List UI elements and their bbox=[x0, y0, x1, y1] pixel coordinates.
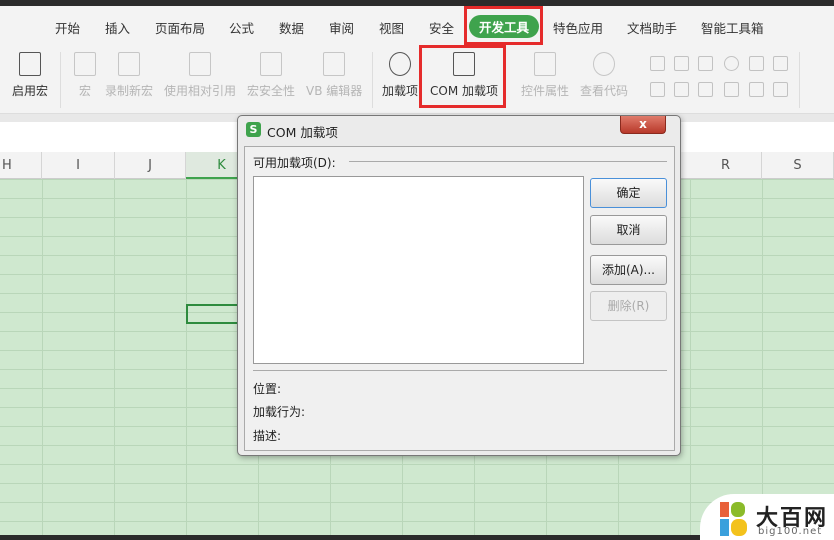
scrollbar-control-icon[interactable] bbox=[698, 82, 713, 97]
combobox-control-icon[interactable] bbox=[773, 56, 788, 71]
quote-bracket-icon bbox=[189, 52, 211, 76]
tab-data[interactable]: 数据 bbox=[279, 18, 304, 37]
tab-special[interactable]: 特色应用 bbox=[553, 18, 603, 37]
description-label: 描述: bbox=[253, 429, 282, 443]
wps-logo-icon: S bbox=[246, 122, 261, 137]
cancel-button[interactable]: 取消 bbox=[590, 215, 667, 245]
text-control-icon[interactable] bbox=[724, 82, 739, 97]
watermark: 大百网 big100.net bbox=[700, 494, 834, 540]
add-button[interactable]: 添加(A)... bbox=[590, 255, 667, 285]
relative-ref-button[interactable]: 使用相对引用 bbox=[164, 52, 236, 99]
dialog-title-bar[interactable]: S COM 加载项 x bbox=[238, 116, 680, 144]
ribbon-tabs: 开始 插入 页面布局 公式 数据 审阅 视图 安全 开发工具 特色应用 文档助手… bbox=[0, 6, 834, 46]
textbox-control-icon[interactable] bbox=[674, 56, 689, 71]
divider bbox=[349, 161, 667, 162]
column-header-h[interactable]: H bbox=[0, 152, 42, 179]
record-macro-button[interactable]: 录制新宏 bbox=[105, 52, 153, 99]
listbox-control-icon[interactable] bbox=[749, 56, 764, 71]
column-header-r[interactable]: R bbox=[690, 152, 762, 179]
label-control-icon[interactable] bbox=[698, 56, 713, 71]
divider bbox=[372, 52, 373, 108]
macro-icon bbox=[74, 52, 96, 76]
column-header-j[interactable]: J bbox=[115, 152, 186, 179]
tab-security[interactable]: 安全 bbox=[429, 18, 454, 37]
selected-cell[interactable] bbox=[186, 304, 242, 324]
checkbox-control-icon[interactable] bbox=[650, 56, 665, 71]
tab-formula[interactable]: 公式 bbox=[229, 18, 254, 37]
magnifier-code-icon bbox=[593, 52, 615, 76]
vb-editor-button[interactable]: VB 编辑器 bbox=[306, 52, 362, 99]
available-addins-label: 可用加载项(D): bbox=[253, 156, 336, 170]
addins-button[interactable]: 加载项 bbox=[382, 52, 418, 99]
enable-macro-button[interactable]: 启用宏 bbox=[12, 52, 48, 99]
close-button[interactable]: x bbox=[620, 116, 666, 134]
spin-control-icon[interactable] bbox=[674, 82, 689, 97]
properties-icon bbox=[534, 52, 556, 76]
divider bbox=[253, 370, 667, 371]
editor-icon bbox=[323, 52, 346, 76]
macro-security-button[interactable]: 宏安全性 bbox=[247, 52, 295, 99]
divider bbox=[799, 52, 800, 108]
addins-listbox[interactable] bbox=[253, 176, 584, 364]
ribbon-toolbar: 启用宏 宏 录制新宏 使用相对引用 宏安全性 VB 编辑器 加载项 COM 加载… bbox=[0, 46, 834, 114]
tab-insert[interactable]: 插入 bbox=[105, 18, 130, 37]
com-addins-dialog: S COM 加载项 x 可用加载项(D): 确定 取消 添加(A)... 删除(… bbox=[237, 115, 681, 456]
highlight-com-addins bbox=[419, 45, 506, 108]
tab-review[interactable]: 审阅 bbox=[329, 18, 354, 37]
tab-doc-assistant[interactable]: 文档助手 bbox=[627, 18, 677, 37]
column-header-i[interactable]: I bbox=[42, 152, 115, 179]
highlight-developer-tab bbox=[464, 6, 543, 45]
column-header-s[interactable]: S bbox=[762, 152, 834, 179]
tab-view[interactable]: 视图 bbox=[379, 18, 404, 37]
tab-page-layout[interactable]: 页面布局 bbox=[155, 18, 205, 37]
more-control-icon[interactable] bbox=[773, 82, 788, 97]
record-icon bbox=[118, 52, 140, 76]
watermark-url: big100.net bbox=[758, 526, 823, 537]
control-properties-button[interactable]: 控件属性 bbox=[521, 52, 569, 99]
frame-control-icon[interactable] bbox=[650, 82, 665, 97]
macro-button[interactable]: 宏 bbox=[74, 52, 96, 99]
location-label: 位置: bbox=[253, 382, 282, 396]
load-behavior-label: 加载行为: bbox=[253, 405, 306, 419]
image-control-icon[interactable] bbox=[749, 82, 764, 97]
tab-start[interactable]: 开始 bbox=[55, 18, 80, 37]
big100-logo-icon bbox=[720, 502, 747, 536]
macro-doc-icon bbox=[19, 52, 41, 76]
radio-control-icon[interactable] bbox=[724, 56, 739, 71]
tab-smart-tools[interactable]: 智能工具箱 bbox=[701, 18, 764, 37]
remove-button[interactable]: 删除(R) bbox=[590, 291, 667, 321]
divider bbox=[60, 52, 61, 108]
shield-doc-icon bbox=[260, 52, 282, 76]
ok-button[interactable]: 确定 bbox=[590, 178, 667, 208]
dialog-body: 可用加载项(D): 确定 取消 添加(A)... 删除(R) 位置: 加载行为:… bbox=[244, 146, 675, 451]
view-code-button[interactable]: 查看代码 bbox=[580, 52, 628, 99]
dialog-title: COM 加载项 bbox=[267, 125, 338, 140]
gear-icon bbox=[389, 52, 411, 76]
